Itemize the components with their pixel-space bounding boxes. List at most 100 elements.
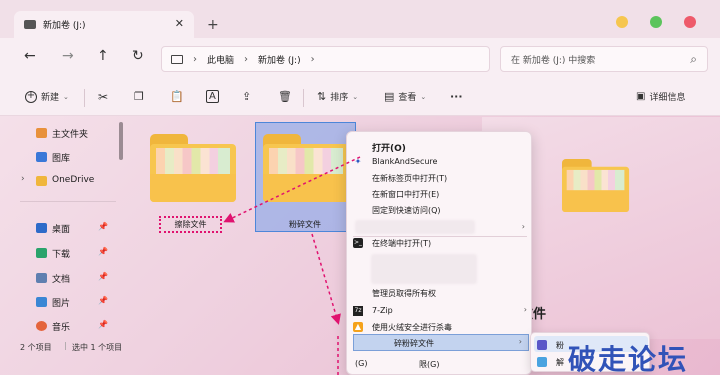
chevron-down-icon: ⌄ [63, 92, 69, 101]
new-button[interactable]: + 新建 ⌄ [25, 90, 69, 103]
menu-item-label: (G) [355, 359, 368, 368]
pictures-icon [36, 297, 47, 307]
chevron-down-icon: ⌄ [420, 92, 427, 101]
menu-item-label: 粉 [556, 341, 564, 350]
new-button-label: 新建 [41, 93, 60, 103]
pin-icon[interactable]: 📌 [98, 247, 108, 256]
chevron-right-icon: › [521, 222, 525, 231]
sidebar-item-label: 图片 [52, 299, 71, 309]
chevron-right-icon: › [518, 337, 522, 346]
menu-item-take-ownership[interactable]: 管理员取得所有权 [347, 285, 533, 301]
copy-icon[interactable]: ❐ [134, 90, 144, 103]
file-name-erase[interactable]: 擦除文件 [162, 219, 219, 230]
menu-item-open-terminal[interactable]: >_ 在终端中打开(T) [347, 235, 533, 251]
view-button[interactable]: ▤ 查看 ⌄ [384, 90, 426, 103]
toolbar-divider [303, 89, 304, 107]
huorong-icon: ▲ [353, 322, 363, 332]
menu-item-label: 在终端中打开(T) [372, 239, 432, 248]
search-input[interactable]: 在 新加卷 (J:) 中搜索 ⌕ [500, 46, 708, 72]
breadcrumb-drive[interactable]: 新加卷 (J:) [258, 53, 301, 66]
maximize-button[interactable] [650, 16, 662, 28]
sidebar-item-desktop[interactable]: 桌面 📌 [0, 218, 118, 238]
menu-item-pin-quick-access[interactable]: 固定到快速访问(Q) [347, 202, 533, 218]
up-icon[interactable]: ↑ [97, 48, 109, 64]
sidebar-item-documents[interactable]: 文档 📌 [0, 268, 118, 288]
sidebar-item-music[interactable]: 音乐 📌 [0, 316, 118, 336]
menu-item-g[interactable]: (G) 限(G) [347, 356, 533, 372]
folder-icon [562, 159, 630, 213]
music-icon [36, 321, 47, 331]
menu-item-open-new-tab[interactable]: 在新标签页中打开(T) [347, 170, 533, 186]
navigation-bar: ← → ↑ ↻ › 此电脑 › 新加卷 (J:) › 在 新加卷 (J:) 中搜… [0, 38, 720, 80]
pin-icon[interactable]: 📌 [98, 222, 108, 231]
tab-title: 新加卷 (J:) [43, 21, 86, 31]
sidebar-item-home[interactable]: 主文件夹 [0, 123, 118, 143]
view-icon: ▤ [384, 90, 395, 103]
sidebar-item-downloads[interactable]: 下载 📌 [0, 243, 118, 263]
menu-item-7zip[interactable]: 7z 7-Zip › [347, 303, 533, 319]
refresh-icon[interactable]: ↻ [132, 48, 144, 64]
tab-current[interactable]: 新加卷 (J:) ✕ [14, 11, 194, 38]
search-placeholder: 在 新加卷 (J:) 中搜索 [511, 55, 596, 66]
tab-close-icon[interactable]: ✕ [175, 17, 184, 30]
pin-icon[interactable]: 📌 [98, 296, 108, 305]
sort-button[interactable]: ⇅ 排序 ⌄ [317, 90, 358, 103]
address-bar[interactable]: › 此电脑 › 新加卷 (J:) › [161, 46, 490, 72]
chevron-right-icon: › [244, 53, 249, 65]
rename-icon[interactable]: A [206, 90, 219, 103]
forward-icon[interactable]: → [62, 48, 74, 64]
menu-item-label: 7-Zip [372, 306, 393, 315]
sidebar-item-onedrive[interactable]: › OneDrive [0, 171, 118, 191]
drive-icon [24, 20, 36, 29]
home-icon [36, 128, 47, 138]
blurred-region [355, 220, 475, 234]
more-options-button[interactable]: ··· [450, 90, 463, 103]
menu-item-shred-file[interactable]: 碎粉碎文件 › [353, 334, 529, 351]
cut-icon[interactable]: ✂ [98, 90, 108, 104]
chevron-right-icon[interactable]: › [21, 174, 25, 184]
menu-item-label: 限(G) [419, 360, 440, 369]
menu-item-open[interactable]: 打开(O) [347, 138, 533, 154]
terminal-icon: >_ [353, 238, 363, 248]
sidebar-scrollbar[interactable] [119, 122, 123, 160]
close-window-button[interactable] [684, 16, 696, 28]
menu-item-label: 在新标签页中打开(T) [372, 174, 448, 183]
sidebar-item-label: 音乐 [52, 323, 71, 333]
pin-icon[interactable]: 📌 [98, 320, 108, 329]
back-icon[interactable]: ← [24, 48, 36, 64]
forum-watermark: 破走论坛 [568, 343, 689, 375]
sidebar-item-label: OneDrive [52, 175, 95, 185]
chevron-right-icon: › [193, 53, 197, 65]
view-button-label: 查看 [398, 93, 417, 103]
menu-item-label: 使用火绒安全进行杀毒 [372, 323, 452, 332]
folder-icon[interactable] [150, 134, 236, 202]
shred-icon: ✦ [354, 157, 362, 166]
gallery-icon [36, 152, 47, 162]
breadcrumb-this-pc[interactable]: 此电脑 [207, 53, 234, 66]
new-tab-button[interactable]: + [207, 17, 219, 33]
pin-icon[interactable]: 📌 [98, 272, 108, 281]
document-icon [36, 273, 47, 283]
sidebar-item-gallery[interactable]: 图库 [0, 147, 118, 167]
menu-item-open-new-window[interactable]: 在新窗口中打开(E) [347, 186, 533, 202]
sidebar-divider [20, 201, 116, 202]
file-name-shred[interactable]: 粉碎文件 [275, 219, 335, 230]
menu-item-huorong-scan[interactable]: ▲ 使用火绒安全进行杀毒 [347, 319, 533, 335]
details-pane-button[interactable]: ▣ 详细信息 [636, 90, 685, 103]
sidebar-item-pictures[interactable]: 图片 📌 [0, 292, 118, 312]
sort-icon: ⇅ [317, 90, 327, 103]
status-bar: 2 个项目 | 选中 1 个项目 [0, 339, 345, 355]
share-icon[interactable]: ⇪ [242, 90, 251, 103]
delete-icon[interactable]: 🗑 [278, 90, 292, 103]
paste-icon[interactable]: 📋 [170, 90, 184, 103]
menu-item-blankandsecure[interactable]: ✦ BlankAndSecure [347, 154, 533, 170]
folder-icon[interactable] [263, 134, 349, 202]
shred-icon [537, 340, 547, 350]
chevron-right-icon: › [523, 305, 527, 314]
command-bar: + 新建 ⌄ ✂ ❐ 📋 A ⇪ 🗑 ⇅ 排序 ⌄ ▤ 查看 ⌄ ··· ▣ 详… [0, 80, 720, 116]
details-pane-label: 详细信息 [649, 93, 686, 103]
menu-item-label: 管理员取得所有权 [372, 289, 436, 298]
minimize-button[interactable] [616, 16, 628, 28]
sidebar-item-label: 主文件夹 [52, 130, 89, 140]
blurred-region [371, 254, 477, 284]
